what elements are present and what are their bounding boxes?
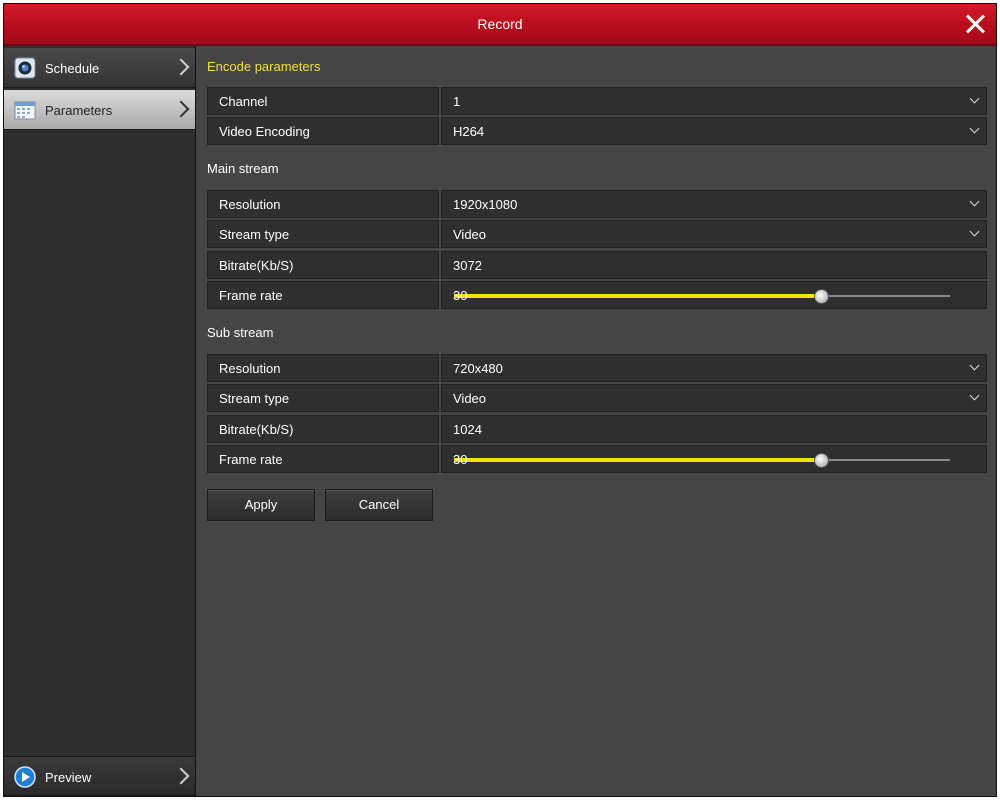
title-bar: Record <box>4 4 996 46</box>
sub-resolution-row: Resolution 720x480 <box>207 354 987 382</box>
channel-value: 1 <box>453 94 461 109</box>
camera-icon <box>14 57 36 79</box>
sub-stream-title: Sub stream <box>207 325 274 340</box>
main-stream-type-value: Video <box>453 227 487 242</box>
chevron-right-icon <box>172 100 190 118</box>
sidebar-item-label: Preview <box>45 770 92 785</box>
close-icon[interactable] <box>962 11 988 37</box>
sub-resolution-label: Resolution <box>219 361 281 376</box>
main-frame-rate-value: 30 <box>453 288 468 303</box>
main-resolution-row: Resolution 1920x1080 <box>207 190 987 218</box>
main-stream-type-row: Stream type Video <box>207 220 987 248</box>
video-encoding-row: Video Encoding H264 <box>207 117 987 145</box>
main-frame-rate-row: Frame rate 30 <box>207 281 987 309</box>
sub-stream-type-value: Video <box>453 391 487 406</box>
chevron-down-icon <box>969 196 980 207</box>
chevron-down-icon <box>969 360 980 371</box>
video-encoding-select[interactable]: H264 <box>441 117 987 145</box>
sub-frame-rate-label: Frame rate <box>219 452 283 467</box>
video-encoding-label: Video Encoding <box>219 124 310 139</box>
sidebar-item-preview[interactable]: Preview <box>4 756 195 796</box>
record-window: Record Schedule Parameters Preview Encod… <box>3 3 997 797</box>
chevron-down-icon <box>969 93 980 104</box>
sub-bitrate-row: Bitrate(Kb/S) 1024 <box>207 415 987 443</box>
main-resolution-select[interactable]: 1920x1080 <box>441 190 987 218</box>
channel-select[interactable]: 1 <box>441 87 987 115</box>
main-resolution-label: Resolution <box>219 197 281 212</box>
sub-resolution-value: 720x480 <box>453 361 503 376</box>
channel-row: Channel 1 <box>207 87 987 115</box>
chevron-right-icon <box>172 767 190 785</box>
calendar-icon <box>14 101 36 120</box>
play-icon <box>14 766 36 788</box>
sidebar-item-label: Schedule <box>45 61 100 76</box>
sub-stream-type-label: Stream type <box>219 391 290 406</box>
sub-bitrate-value: 1024 <box>453 422 482 437</box>
sub-bitrate-label: Bitrate(Kb/S) <box>219 422 294 437</box>
chevron-down-icon <box>969 226 980 237</box>
sub-frame-rate-value: 30 <box>453 452 468 467</box>
main-resolution-value: 1920x1080 <box>453 197 518 212</box>
main-bitrate-value: 3072 <box>453 258 482 273</box>
chevron-right-icon <box>172 58 190 76</box>
main-panel: Encode parameters Channel 1 Video Encodi… <box>196 46 996 796</box>
chevron-down-icon <box>969 390 980 401</box>
sub-frame-rate-control: 30 <box>441 445 987 473</box>
main-bitrate-input[interactable]: 3072 <box>441 251 987 279</box>
sidebar-item-label: Parameters <box>45 103 113 118</box>
sub-frame-rate-row: Frame rate 30 <box>207 445 987 473</box>
main-bitrate-label: Bitrate(Kb/S) <box>219 258 294 273</box>
cancel-button[interactable]: Cancel <box>325 489 433 521</box>
encode-parameters-title: Encode parameters <box>207 59 321 74</box>
chevron-down-icon <box>969 123 980 134</box>
sub-bitrate-input[interactable]: 1024 <box>441 415 987 443</box>
sub-resolution-select[interactable]: 720x480 <box>441 354 987 382</box>
main-frame-rate-label: Frame rate <box>219 288 283 303</box>
video-encoding-value: H264 <box>453 124 485 139</box>
main-stream-type-select[interactable]: Video <box>441 220 987 248</box>
channel-label: Channel <box>219 94 268 109</box>
sidebar: Schedule Parameters Preview <box>4 46 196 796</box>
main-stream-title: Main stream <box>207 161 279 176</box>
apply-button[interactable]: Apply <box>207 489 315 521</box>
sub-stream-type-select[interactable]: Video <box>441 384 987 412</box>
main-frame-rate-control: 30 <box>441 281 987 309</box>
main-bitrate-row: Bitrate(Kb/S) 3072 <box>207 251 987 279</box>
main-stream-type-label: Stream type <box>219 227 290 242</box>
window-title: Record <box>477 16 523 32</box>
sidebar-item-parameters[interactable]: Parameters <box>4 90 195 130</box>
sidebar-item-schedule[interactable]: Schedule <box>4 48 195 88</box>
sub-stream-type-row: Stream type Video <box>207 384 987 412</box>
